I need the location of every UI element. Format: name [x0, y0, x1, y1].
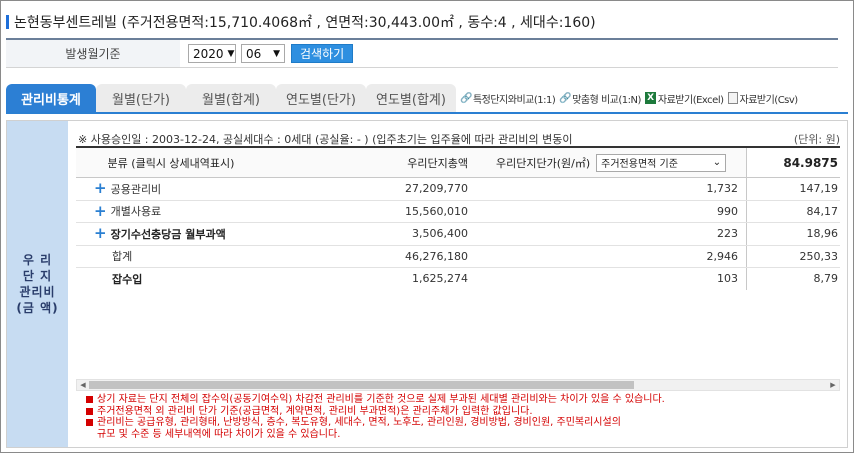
year-select[interactable]: 2020 ▼ [188, 44, 236, 63]
row-category[interactable]: + 장기수선충당금 월부과액 [76, 226, 266, 242]
row-total: 1,625,274 [412, 272, 468, 286]
row-unit-price: 223 [717, 227, 738, 241]
row-category: 합계 [76, 248, 266, 264]
notice-line: ※ 사용승인일 : 2003-12-24, 공실세대수 : 0세대 (공실율: … [78, 131, 848, 147]
custom-compare-link[interactable]: 🔗 맞춤형 비교(1:N) [559, 84, 641, 112]
col-total-header: 우리단지총액 [407, 156, 468, 170]
compare-label: 특정단지와비교(1:1) [472, 94, 556, 106]
excel-download-label: 자료받기(Excel) [657, 94, 724, 106]
row-category: 잡수입 [76, 271, 266, 287]
row-extra: 147,19 [746, 178, 840, 200]
unit-label: (단위: 원) [793, 133, 840, 146]
note-text: 주거전용면적 외 관리비 단가 기준(공급면적, 계약면적, 관리비 부과면적)… [97, 405, 533, 417]
category-label: 개별사용료 [110, 205, 162, 219]
notes: 상기 자료는 단지 전체의 잡수익(공동기여수익) 차감전 관리비를 기준한 것… [86, 394, 846, 440]
table-row[interactable]: + 장기수선충당금 월부과액 3,506,400 223 18,96 [76, 223, 840, 246]
category-label: 장기수선충당금 월부과액 [110, 227, 226, 241]
csv-download-label: 자료받기(Csv) [739, 94, 799, 106]
chevron-down-icon: ▼ [273, 48, 280, 59]
document-icon [727, 92, 738, 104]
month-value: 06 [246, 46, 262, 61]
row-unit-price: 103 [717, 272, 738, 286]
row-unit-price: 990 [717, 204, 738, 218]
area-basis-value: 주거전용면적 기준 [601, 159, 678, 170]
col-unit-price-header: 우리단지단가(원/㎡) 주거전용면적 기준 ⌄ [476, 153, 746, 172]
row-total: 27,209,770 [405, 182, 468, 196]
scroll-right-icon[interactable]: ▶ [827, 380, 839, 390]
note-item: 상기 자료는 단지 전체의 잡수익(공동기여수익) 차감전 관리비를 기준한 것… [86, 394, 846, 406]
row-extra: 18,96 [746, 223, 840, 245]
notice-text: ※ 사용승인일 : 2003-12-24, 공실세대수 : 0세대 (공실율: … [78, 133, 573, 146]
bullet-square-icon [86, 407, 93, 415]
row-extra: 250,33 [746, 245, 840, 267]
unit-price-label: 우리단지단가(원/㎡) [496, 156, 591, 170]
title-marker [6, 15, 9, 29]
col-extra-header: 84.9875 [746, 148, 840, 177]
note-text: 상기 자료는 단지 전체의 잡수익(공동기여수익) 차감전 관리비를 기준한 것… [97, 394, 665, 405]
note-continuation: 규모 및 수준 등 세부내역에 따라 차이가 있을 수 있습니다. [86, 429, 846, 441]
bullet-square-icon [86, 419, 93, 426]
row-extra: 84,17 [746, 200, 840, 222]
table-row: 잡수입 1,625,274 103 8,79 [76, 268, 840, 290]
row-total: 15,560,010 [405, 204, 468, 218]
link-icon: 🔗 [460, 92, 472, 104]
filter-label: 발생월기준 [6, 40, 180, 67]
row-category[interactable]: + 개별사용료 [76, 203, 266, 219]
table-row[interactable]: + 개별사용료 15,560,010 990 84,17 [76, 200, 840, 223]
row-total: 3,506,400 [412, 227, 468, 241]
tab-management-stats[interactable]: 관리비통계 [6, 84, 96, 112]
side-header: 우 리 단 지 관리비 (금 액) [7, 121, 68, 447]
tab-monthly-unit[interactable]: 월별(단가) [96, 84, 186, 112]
tab-monthly-total[interactable]: 월별(합계) [186, 84, 276, 112]
category-label: 합계 [112, 250, 133, 264]
cost-table: 분류 (클릭시 상세내역표시) 우리단지총액 우리단지단가(원/㎡) 주거전용면… [76, 146, 840, 290]
expand-plus-icon[interactable]: + [94, 226, 107, 241]
csv-download-link[interactable]: 자료받기(Csv) [727, 84, 799, 112]
year-value: 2020 [193, 46, 224, 61]
page-title: 논현동부센트레빌 (주거전용면적:15,710.4068㎡ , 연면적:30,4… [14, 15, 596, 31]
filter-row: 발생월기준 2020 ▼ 06 ▼ 검색하기 [6, 38, 838, 68]
bullet-square-icon [86, 396, 93, 403]
tab-yearly-unit[interactable]: 연도별(단가) [276, 84, 366, 112]
row-unit-price: 2,946 [706, 249, 739, 263]
note-text: 규모 및 수준 등 세부내역에 따라 차이가 있을 수 있습니다. [97, 428, 341, 440]
scroll-left-icon[interactable]: ◀ [77, 380, 89, 390]
month-select[interactable]: 06 ▼ [241, 44, 285, 63]
expand-plus-icon[interactable]: + [94, 181, 107, 196]
category-label: 잡수입 [112, 272, 143, 286]
page-header: 논현동부센트레빌 (주거전용면적:15,710.4068㎡ , 연면적:30,4… [6, 12, 596, 32]
table-header: 분류 (클릭시 상세내역표시) 우리단지총액 우리단지단가(원/㎡) 주거전용면… [76, 148, 840, 178]
table-row: 합계 46,276,180 2,946 250,33 [76, 245, 840, 268]
excel-icon: X [644, 92, 656, 104]
compare-link[interactable]: 🔗 특정단지와비교(1:1) [460, 84, 556, 112]
side-label: 우 리 단 지 관리비 (금 액) [16, 253, 59, 315]
excel-download-link[interactable]: X 자료받기(Excel) [644, 84, 724, 112]
table-row[interactable]: + 공용관리비 27,209,770 1,732 147,19 [76, 178, 840, 201]
area-basis-select[interactable]: 주거전용면적 기준 ⌄ [596, 153, 727, 172]
row-category[interactable]: + 공용관리비 [76, 181, 266, 197]
custom-compare-label: 맞춤형 비교(1:N) [572, 94, 641, 106]
scrollbar-thumb[interactable] [89, 381, 634, 389]
note-item: 관리비는 공급유형, 관리형태, 난방방식, 층수, 복도유형, 세대수, 면적… [86, 417, 846, 429]
category-label: 공용관리비 [110, 182, 162, 196]
row-total: 46,276,180 [405, 249, 468, 263]
chevron-down-icon: ▼ [227, 48, 235, 59]
link-icon: 🔗 [559, 92, 572, 104]
note-item: 주거전용면적 외 관리비 단가 기준(공급면적, 계약면적, 관리비 부과면적)… [86, 406, 846, 418]
row-extra: 8,79 [746, 268, 840, 290]
tab-bar: 관리비통계 월별(단가) 월별(합계) 연도별(단가) 연도별(합계) 🔗 특정단… [6, 84, 848, 114]
chevron-down-icon: ⌄ [712, 157, 722, 168]
row-unit-price: 1,732 [706, 182, 739, 196]
col-category-header: 분류 (클릭시 상세내역표시) [107, 156, 235, 170]
horizontal-scrollbar[interactable]: ◀ ▶ [76, 379, 840, 391]
note-text: 관리비는 공급유형, 관리형태, 난방방식, 층수, 복도유형, 세대수, 면적… [97, 417, 621, 428]
expand-plus-icon[interactable]: + [94, 203, 107, 219]
search-button[interactable]: 검색하기 [291, 44, 354, 63]
tab-yearly-total[interactable]: 연도별(합계) [366, 84, 456, 112]
